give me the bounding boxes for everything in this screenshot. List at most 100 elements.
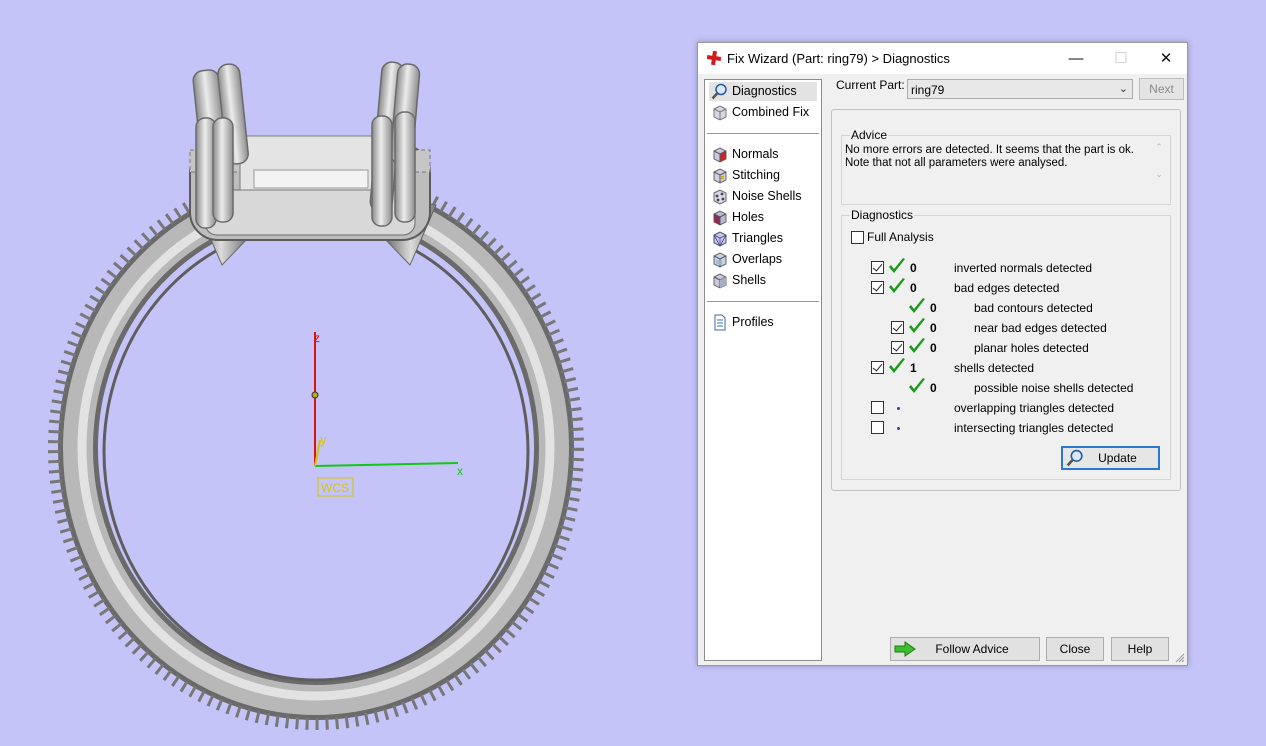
nav-item-overlaps[interactable]: Overlaps <box>709 250 817 269</box>
nav-item-shells[interactable]: Shells <box>709 271 817 290</box>
resize-grip-icon[interactable] <box>1175 653 1185 663</box>
diagnostic-label: near bad edges detected <box>974 321 1107 335</box>
dialog-title: Fix Wizard (Part: ring79) > Diagnostics <box>727 51 950 66</box>
nav-label: Combined Fix <box>732 105 810 119</box>
diagnostic-checkbox[interactable] <box>871 281 884 294</box>
nav-item-combined-fix[interactable]: Combined Fix <box>709 103 817 122</box>
advice-group: Advice No more errors are detected. It s… <box>841 128 1171 205</box>
ring-model: z y x WCS <box>48 61 584 730</box>
nav-item-noise-shells[interactable]: Noise Shells <box>709 187 817 206</box>
diagnostic-count: 0 <box>930 301 937 315</box>
check-mark-icon <box>889 358 905 373</box>
close-window-button[interactable]: ✕ <box>1143 43 1189 74</box>
scroll-up-icon[interactable]: ⌃ <box>1152 142 1166 153</box>
diagnostics-group: Diagnostics Full Analysis 0 inverted norm… <box>841 208 1171 480</box>
advice-title: Advice <box>850 128 889 142</box>
chevron-down-icon: ⌄ <box>1118 83 1128 95</box>
triangles-cube-icon <box>713 231 727 247</box>
current-part-label: Current Part: <box>836 78 905 92</box>
diagnostic-checkbox[interactable] <box>871 421 884 434</box>
current-part-select[interactable]: ring79 ⌄ <box>907 79 1133 99</box>
z-axis-label: z <box>314 331 320 345</box>
nav-label: Shells <box>732 273 767 287</box>
check-mark-icon <box>909 318 925 333</box>
nav-item-normals[interactable]: Normals <box>709 145 817 164</box>
fix-wizard-dialog: Fix Wizard (Part: ring79) > Diagnostics … <box>697 42 1188 666</box>
check-mark-icon <box>889 278 905 293</box>
diagnostic-checkbox[interactable] <box>891 321 904 334</box>
diagnostics-title: Diagnostics <box>850 208 915 222</box>
holes-cube-icon <box>713 210 727 226</box>
diagnostic-label: inverted normals detected <box>954 261 1093 275</box>
diagnostic-label: possible noise shells detected <box>974 381 1134 395</box>
check-mark-icon <box>889 258 905 273</box>
full-analysis-checkbox[interactable] <box>851 231 864 244</box>
nav-label: Holes <box>732 210 764 224</box>
nav-separator <box>707 133 819 134</box>
full-analysis-label: Full Analysis <box>867 230 934 244</box>
box-icon <box>713 105 727 121</box>
wizard-nav-panel: Diagnostics Combined Fix Normals Stitchi… <box>704 79 822 661</box>
nav-label: Overlaps <box>732 252 783 266</box>
diagnostic-label: bad edges detected <box>954 281 1060 295</box>
nav-label: Normals <box>732 147 779 161</box>
diagnostic-row: intersecting triangles detected <box>842 419 1162 439</box>
check-mark-icon <box>909 378 925 393</box>
y-axis-label: y <box>320 432 327 447</box>
diagnostic-row: 0 bad contours detected <box>842 298 1162 319</box>
shells-cube-icon <box>713 273 727 289</box>
magnifier-icon <box>711 83 727 100</box>
x-axis-label: x <box>457 464 463 478</box>
nav-label: Profiles <box>732 315 774 329</box>
diagnostics-page: Advice No more errors are detected. It s… <box>831 109 1181 491</box>
normals-cube-icon <box>713 147 727 163</box>
nav-label: Triangles <box>732 231 783 245</box>
nav-separator <box>707 301 819 302</box>
maximize-button: ☐ <box>1114 50 1128 67</box>
diagnostic-label: bad contours detected <box>974 301 1093 315</box>
diagnostic-checkbox[interactable] <box>871 401 884 414</box>
nav-item-holes[interactable]: Holes <box>709 208 817 227</box>
scroll-down-icon[interactable]: ⌄ <box>1152 169 1166 180</box>
diagnostic-row: 0 possible noise shells detected <box>842 378 1162 399</box>
diagnostic-label: overlapping triangles detected <box>954 401 1115 415</box>
pending-status-icon <box>897 407 900 410</box>
x-axis <box>314 462 459 467</box>
diagnostic-count: 0 <box>910 261 917 275</box>
follow-advice-label: Follow Advice <box>935 642 1009 656</box>
advice-scrollbar[interactable]: ⌃ ⌄ <box>1152 142 1166 190</box>
minimize-button[interactable]: — <box>1053 43 1099 74</box>
nav-label: Diagnostics <box>732 84 797 98</box>
diagnostic-label: planar holes detected <box>974 341 1089 355</box>
pending-status-icon <box>897 427 900 430</box>
nav-item-diagnostics[interactable]: Diagnostics <box>709 82 817 101</box>
next-button: Next <box>1139 78 1184 100</box>
close-button[interactable]: Close <box>1046 637 1104 661</box>
diagnostic-row: 1 shells detected <box>842 358 1162 379</box>
nav-item-profiles[interactable]: Profiles <box>709 313 817 332</box>
fix-wizard-cross-icon <box>707 51 721 65</box>
diagnostic-row: 0 near bad edges detected <box>842 318 1162 339</box>
diagnostic-row: 0 bad edges detected <box>842 278 1162 299</box>
nav-item-stitching[interactable]: Stitching <box>709 166 817 185</box>
diagnostic-label: intersecting triangles detected <box>954 421 1114 435</box>
noise-shells-icon <box>713 189 727 205</box>
diagnostic-checkbox[interactable] <box>891 341 904 354</box>
update-button[interactable]: Update <box>1061 446 1160 470</box>
check-mark-icon <box>909 338 925 353</box>
diagnostic-count: 0 <box>930 321 937 335</box>
diagnostic-count: 0 <box>930 381 937 395</box>
check-mark-icon <box>909 298 925 313</box>
update-label: Update <box>1098 451 1137 465</box>
help-button[interactable]: Help <box>1111 637 1169 661</box>
diagnostic-row: overlapping triangles detected <box>842 399 1162 419</box>
nav-item-triangles[interactable]: Triangles <box>709 229 817 248</box>
diagnostic-checkbox[interactable] <box>871 361 884 374</box>
diagnostic-checkbox[interactable] <box>871 261 884 274</box>
3d-viewport[interactable]: z y x WCS <box>0 0 690 746</box>
current-part-value: ring79 <box>911 83 945 97</box>
document-icon <box>714 314 726 331</box>
wcs-label: WCS <box>321 481 349 495</box>
follow-advice-button[interactable]: Follow Advice <box>890 637 1040 661</box>
title-bar[interactable]: Fix Wizard (Part: ring79) > Diagnostics … <box>698 43 1187 74</box>
